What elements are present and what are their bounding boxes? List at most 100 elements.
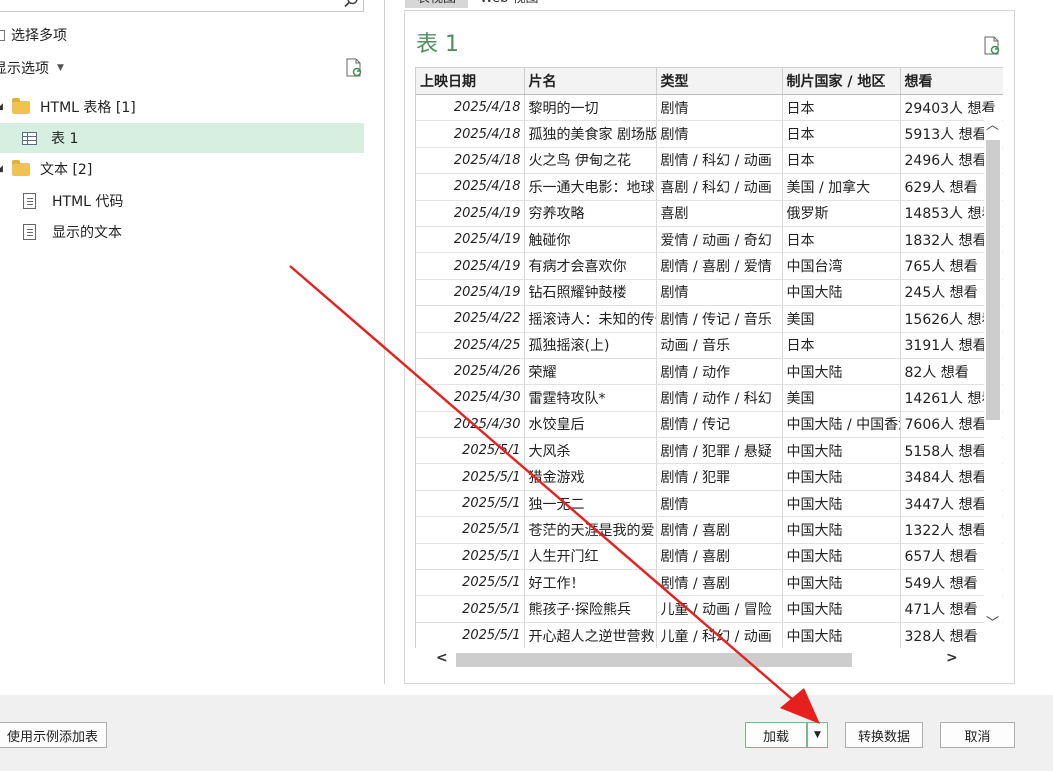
cell-country: 中国大陆 bbox=[782, 279, 901, 307]
cell-title: 钻石照耀钟鼓楼 bbox=[524, 279, 657, 307]
table-row: 2025/4/18 黎明的一切 剧情 日本 29403人 想看 bbox=[416, 94, 1003, 122]
load-options-dropdown[interactable]: ▼ bbox=[807, 722, 828, 748]
cell-country: 中国大陆 bbox=[782, 463, 901, 491]
cell-country: 日本 bbox=[782, 147, 901, 175]
table-row: 2025/4/19 钻石照耀钟鼓楼 剧情 中国大陆 245人 想看 bbox=[416, 279, 1003, 307]
scroll-up-icon[interactable]: ︿ bbox=[986, 114, 999, 133]
column-header-genre[interactable]: 类型 bbox=[656, 68, 783, 95]
cell-country: 美国 / 加拿大 bbox=[782, 173, 901, 201]
cell-genre: 儿童 / 科幻 / 动画 bbox=[656, 622, 783, 648]
column-header-country[interactable]: 制片国家 / 地区 bbox=[782, 68, 901, 95]
tree-item-label: 表 1 bbox=[51, 131, 79, 147]
transform-data-button[interactable]: 转换数据 bbox=[845, 722, 923, 748]
preview-table: 上映日期 片名 类型 制片国家 / 地区 想看 2025/4/18 黎明的一切 剧情… bbox=[416, 68, 1003, 648]
cell-title: 苍茫的天涯是我的爱 bbox=[524, 516, 657, 544]
cell-title: 有病才会喜欢你 bbox=[524, 252, 657, 280]
table-row: 2025/5/1 独一无二 剧情 中国大陆 3447人 想看 bbox=[416, 490, 1003, 518]
cell-country: 中国大陆 bbox=[782, 490, 901, 518]
table-row: 2025/5/1 好工作！ 剧情 / 喜剧 中国大陆 549人 想看 bbox=[416, 569, 1003, 597]
column-header-release-date[interactable]: 上映日期 bbox=[416, 68, 525, 95]
cell-release-date: 2025/5/1 bbox=[416, 569, 525, 597]
cell-title: 人生开门红 bbox=[524, 543, 657, 571]
scroll-right-icon[interactable]: > bbox=[946, 650, 958, 666]
refresh-icon[interactable] bbox=[345, 58, 363, 82]
document-icon bbox=[23, 224, 36, 240]
tree-item-text[interactable]: ◢ 文本 [2] bbox=[0, 154, 364, 184]
scroll-down-icon[interactable]: ﹀ bbox=[986, 612, 999, 631]
table-row: 2025/4/30 水饺皇后 剧情 / 传记 中国大陆 / 中国香港 7606人 想看 bbox=[416, 411, 1003, 439]
table-row: 2025/5/1 猎金游戏 剧情 / 犯罪 中国大陆 3484人 想看 bbox=[416, 463, 1003, 491]
select-multiple-checkbox[interactable]: 选择多项 bbox=[0, 25, 67, 45]
preview-table-container: 上映日期 片名 类型 制片国家 / 地区 想看 2025/4/18 黎明的一切 剧情… bbox=[415, 67, 1003, 648]
cell-title: 独一无二 bbox=[524, 490, 657, 518]
checkbox-icon[interactable] bbox=[0, 29, 5, 41]
column-header-want-to-see[interactable]: 想看 bbox=[900, 68, 1003, 95]
cell-genre: 爱情 / 动画 / 奇幻 bbox=[656, 226, 783, 254]
cell-title: 荣耀 bbox=[524, 358, 657, 386]
cell-release-date: 2025/4/30 bbox=[416, 384, 525, 412]
cell-genre: 剧情 bbox=[656, 94, 783, 122]
cell-title: 大风杀 bbox=[524, 437, 657, 465]
cell-country: 中国大陆 bbox=[782, 622, 901, 648]
load-button[interactable]: 加载 bbox=[745, 722, 807, 748]
cell-title: 熊孩子·探险熊兵 bbox=[524, 595, 657, 623]
cell-country: 中国大陆 / 中国香港 bbox=[782, 411, 901, 439]
tree-item-displayed-text[interactable]: 显示的文本 bbox=[0, 217, 364, 247]
cell-country: 日本 bbox=[782, 94, 901, 122]
table-icon bbox=[22, 131, 37, 145]
cancel-button[interactable]: 取消 bbox=[940, 722, 1015, 748]
tree-item-html-tables[interactable]: ◢ HTML 表格 [1] bbox=[0, 92, 364, 122]
expand-triangle-icon[interactable]: ◢ bbox=[0, 102, 3, 112]
cell-release-date: 2025/4/30 bbox=[416, 411, 525, 439]
tab-web-view[interactable]: Web 视图 bbox=[468, 0, 550, 8]
cell-release-date: 2025/5/1 bbox=[416, 543, 525, 571]
tree-item-table-1[interactable]: 表 1 bbox=[0, 123, 364, 153]
navigator-search-input[interactable] bbox=[0, 0, 364, 12]
cell-genre: 剧情 / 动作 / 科幻 bbox=[656, 384, 783, 412]
cell-country: 中国大陆 bbox=[782, 437, 901, 465]
preview-title: 表 1 bbox=[416, 32, 459, 57]
cell-release-date: 2025/5/1 bbox=[416, 463, 525, 491]
horizontal-scrollbar[interactable]: < > bbox=[432, 650, 978, 670]
cell-release-date: 2025/5/1 bbox=[416, 516, 525, 544]
cell-country: 日本 bbox=[782, 226, 901, 254]
cell-genre: 剧情 / 传记 bbox=[656, 411, 783, 439]
cell-release-date: 2025/4/25 bbox=[416, 332, 525, 359]
display-options-dropdown[interactable]: 显示选项 ▼ bbox=[0, 58, 64, 78]
cell-release-date: 2025/5/1 bbox=[416, 595, 525, 623]
cell-title: 乐一通大电影：地球 bbox=[524, 173, 657, 201]
refresh-preview-icon[interactable] bbox=[983, 36, 1001, 60]
scroll-left-icon[interactable]: < bbox=[436, 650, 448, 666]
vertical-scrollbar[interactable]: ︿ ﹀ bbox=[984, 112, 1002, 636]
caret-down-icon: ▼ bbox=[57, 63, 64, 73]
vertical-scroll-thumb[interactable] bbox=[986, 140, 1000, 420]
cell-genre: 剧情 bbox=[656, 120, 783, 148]
tree-item-label: HTML 代码 bbox=[52, 194, 124, 210]
tree-item-label: 文本 [2] bbox=[40, 162, 93, 178]
tree-item-html-code[interactable]: HTML 代码 bbox=[0, 186, 364, 216]
table-row: 2025/4/19 触碰你 爱情 / 动画 / 奇幻 日本 1832人 想看 bbox=[416, 226, 1003, 254]
add-table-by-example-button[interactable]: 使用示例添加表 bbox=[0, 722, 107, 748]
table-row: 2025/5/1 开心超人之逆世营救 儿童 / 科幻 / 动画 中国大陆 328人 想看 bbox=[416, 622, 1003, 648]
table-row: 2025/4/30 雷霆特攻队* 剧情 / 动作 / 科幻 美国 14261人 想看 bbox=[416, 384, 1003, 412]
table-row: 2025/4/25 孤独摇滚(上) 动画 / 音乐 日本 3191人 想看 bbox=[416, 332, 1003, 359]
tab-table-view[interactable]: 表视图 bbox=[405, 0, 469, 8]
column-header-title[interactable]: 片名 bbox=[524, 68, 657, 95]
horizontal-scroll-thumb[interactable] bbox=[456, 653, 852, 667]
cell-title: 摇滚诗人：未知的传奇 bbox=[524, 305, 657, 333]
expand-triangle-icon[interactable]: ◢ bbox=[0, 164, 3, 174]
cell-release-date: 2025/4/18 bbox=[416, 120, 525, 148]
cell-release-date: 2025/5/1 bbox=[416, 437, 525, 465]
cell-title: 好工作！ bbox=[524, 569, 657, 597]
cell-title: 猎金游戏 bbox=[524, 463, 657, 491]
cell-title: 穷养攻略 bbox=[524, 200, 657, 227]
cell-release-date: 2025/4/18 bbox=[416, 94, 525, 122]
search-icon[interactable] bbox=[343, 0, 359, 13]
cell-genre: 喜剧 / 科幻 / 动画 bbox=[656, 173, 783, 201]
cell-country: 中国大陆 bbox=[782, 595, 901, 623]
cell-genre: 剧情 / 喜剧 / 爱情 bbox=[656, 252, 783, 280]
table-header-row: 上映日期 片名 类型 制片国家 / 地区 想看 bbox=[416, 68, 1003, 95]
table-row: 2025/5/1 熊孩子·探险熊兵 儿童 / 动画 / 冒险 中国大陆 471人 想看 bbox=[416, 595, 1003, 623]
cell-genre: 儿童 / 动画 / 冒险 bbox=[656, 595, 783, 623]
pane-divider[interactable] bbox=[384, 0, 385, 684]
